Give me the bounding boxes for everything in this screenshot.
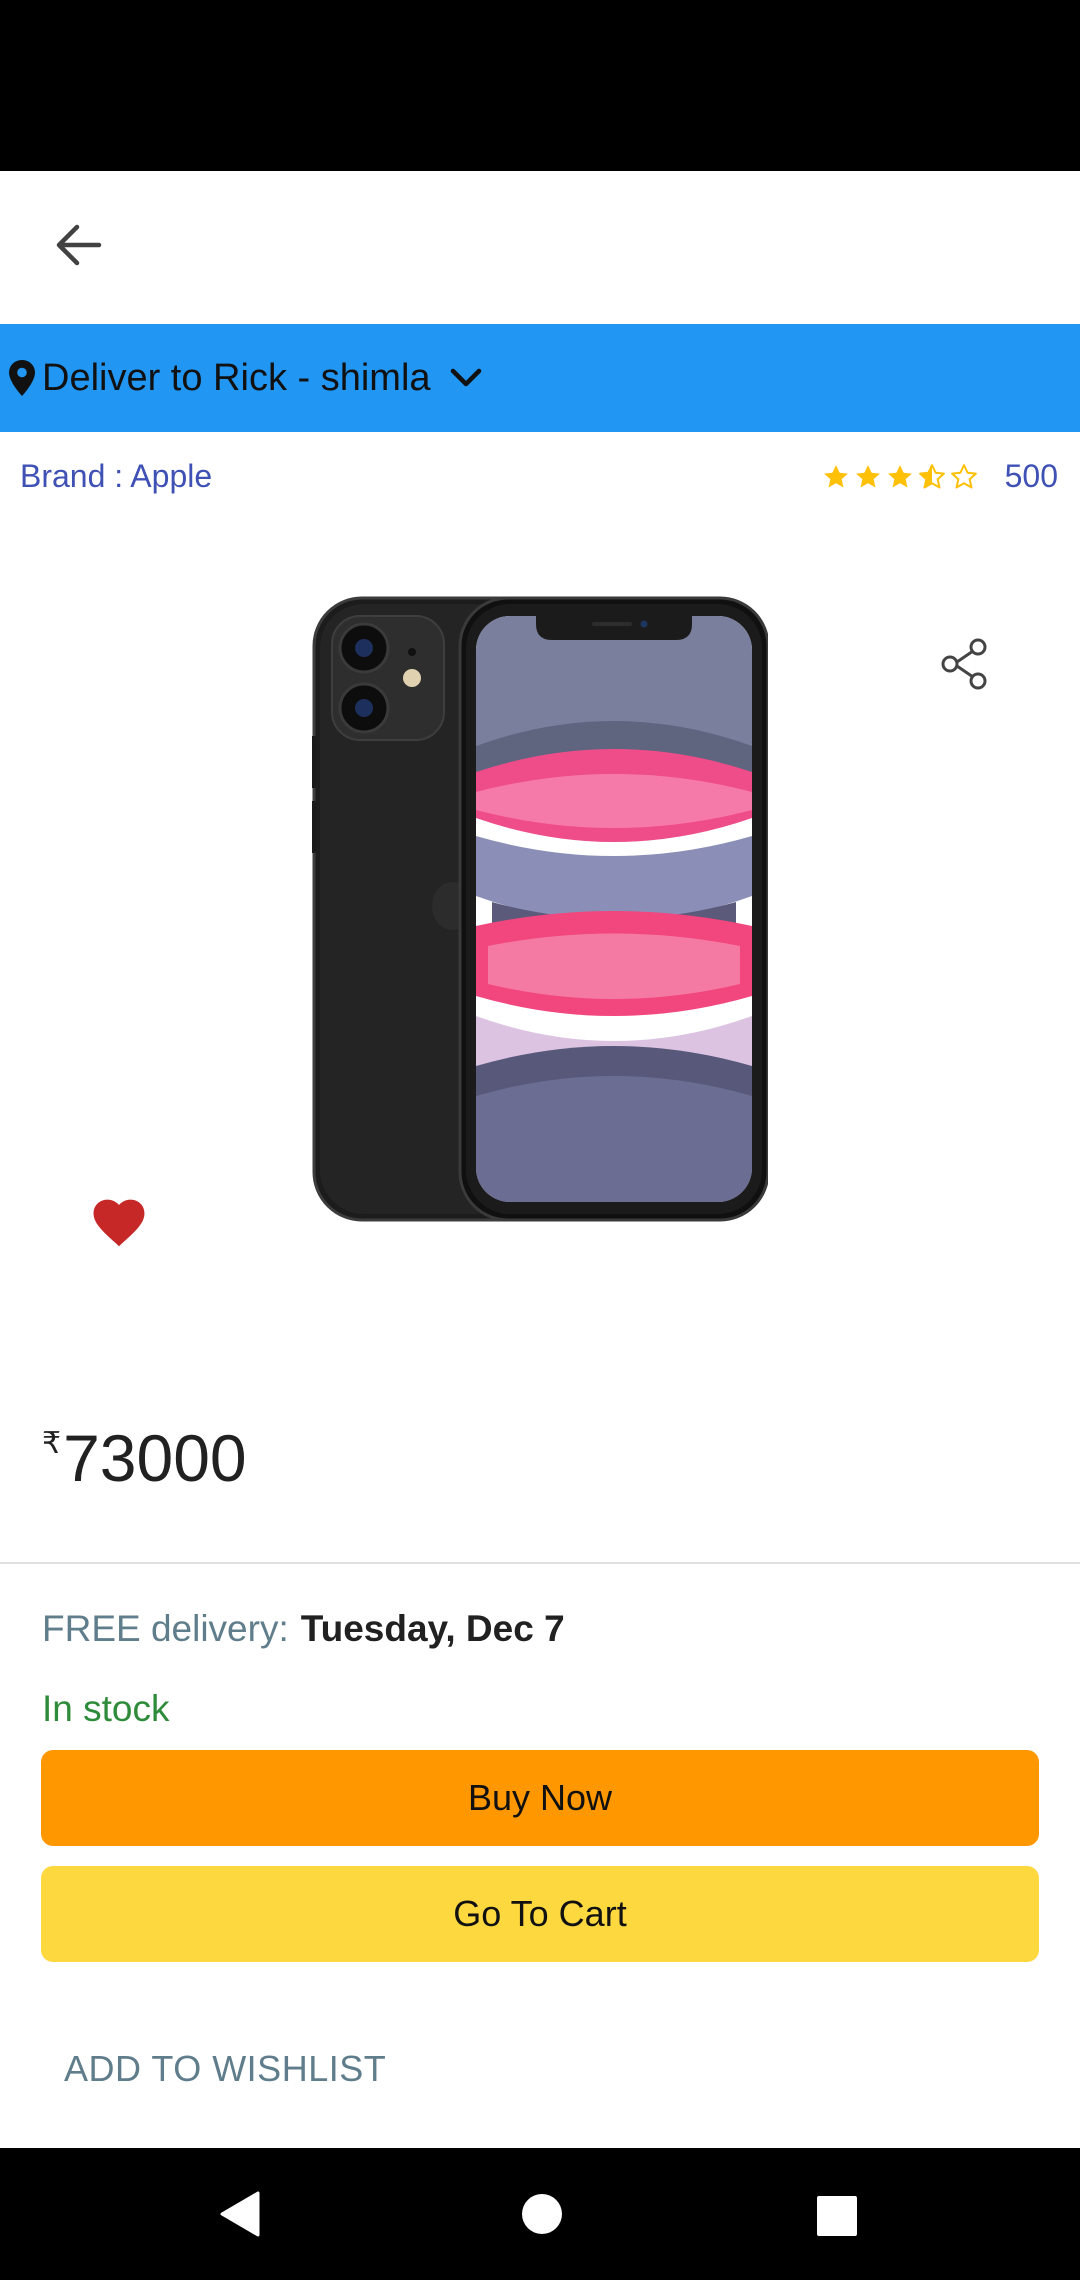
stock-status: In stock bbox=[42, 1688, 170, 1729]
rating-stars bbox=[821, 462, 981, 492]
nav-recents-button[interactable] bbox=[809, 2188, 865, 2244]
rating-count: 500 bbox=[1004, 458, 1058, 494]
back-button[interactable] bbox=[40, 207, 116, 283]
divider bbox=[0, 1562, 1080, 1564]
price: ₹ 73000 bbox=[42, 1420, 247, 1496]
go-to-cart-button[interactable]: Go To Cart bbox=[41, 1866, 1039, 1962]
location-pin-icon bbox=[9, 360, 35, 396]
heart-icon bbox=[93, 1199, 145, 1247]
star-full-icon bbox=[887, 464, 912, 487]
nav-home-button[interactable] bbox=[514, 2186, 570, 2242]
iphone-11-black-product-image bbox=[310, 596, 770, 1222]
share-icon bbox=[941, 638, 987, 690]
buy-now-button[interactable]: Buy Now bbox=[41, 1750, 1039, 1846]
app-bar bbox=[0, 171, 1080, 324]
delivery-info: FREE delivery: Tuesday, Dec 7 bbox=[42, 1608, 565, 1650]
add-to-wishlist-button[interactable]: ADD TO WISHLIST bbox=[64, 2048, 386, 2090]
arrow-back-icon bbox=[56, 224, 102, 266]
nav-back-button[interactable] bbox=[212, 2186, 268, 2242]
star-full-icon bbox=[823, 464, 848, 487]
star-half-icon bbox=[918, 463, 945, 488]
favorite-button[interactable] bbox=[88, 1192, 150, 1248]
brand-label[interactable]: Brand : Apple bbox=[20, 458, 212, 495]
nav-back-icon bbox=[220, 2191, 260, 2237]
star-empty-icon bbox=[950, 463, 977, 488]
price-value: 73000 bbox=[63, 1421, 247, 1495]
deliver-to-label: Deliver to Rick - shimla bbox=[42, 356, 431, 399]
currency-symbol: ₹ bbox=[42, 1427, 62, 1460]
status-bar bbox=[0, 0, 1080, 171]
chevron-down-icon[interactable] bbox=[449, 367, 483, 389]
product-image[interactable] bbox=[310, 596, 770, 1222]
rating[interactable]: 500 bbox=[821, 458, 1058, 495]
nav-home-icon bbox=[522, 2194, 562, 2234]
star-full-icon bbox=[855, 464, 880, 487]
delivery-label: FREE delivery: bbox=[42, 1608, 289, 1649]
deliver-to-bar[interactable]: Deliver to Rick - shimla bbox=[0, 324, 1080, 432]
nav-recents-icon bbox=[817, 2196, 857, 2236]
system-navigation-bar bbox=[0, 2148, 1080, 2280]
delivery-date: Tuesday, Dec 7 bbox=[300, 1608, 565, 1649]
share-button[interactable] bbox=[936, 636, 992, 692]
